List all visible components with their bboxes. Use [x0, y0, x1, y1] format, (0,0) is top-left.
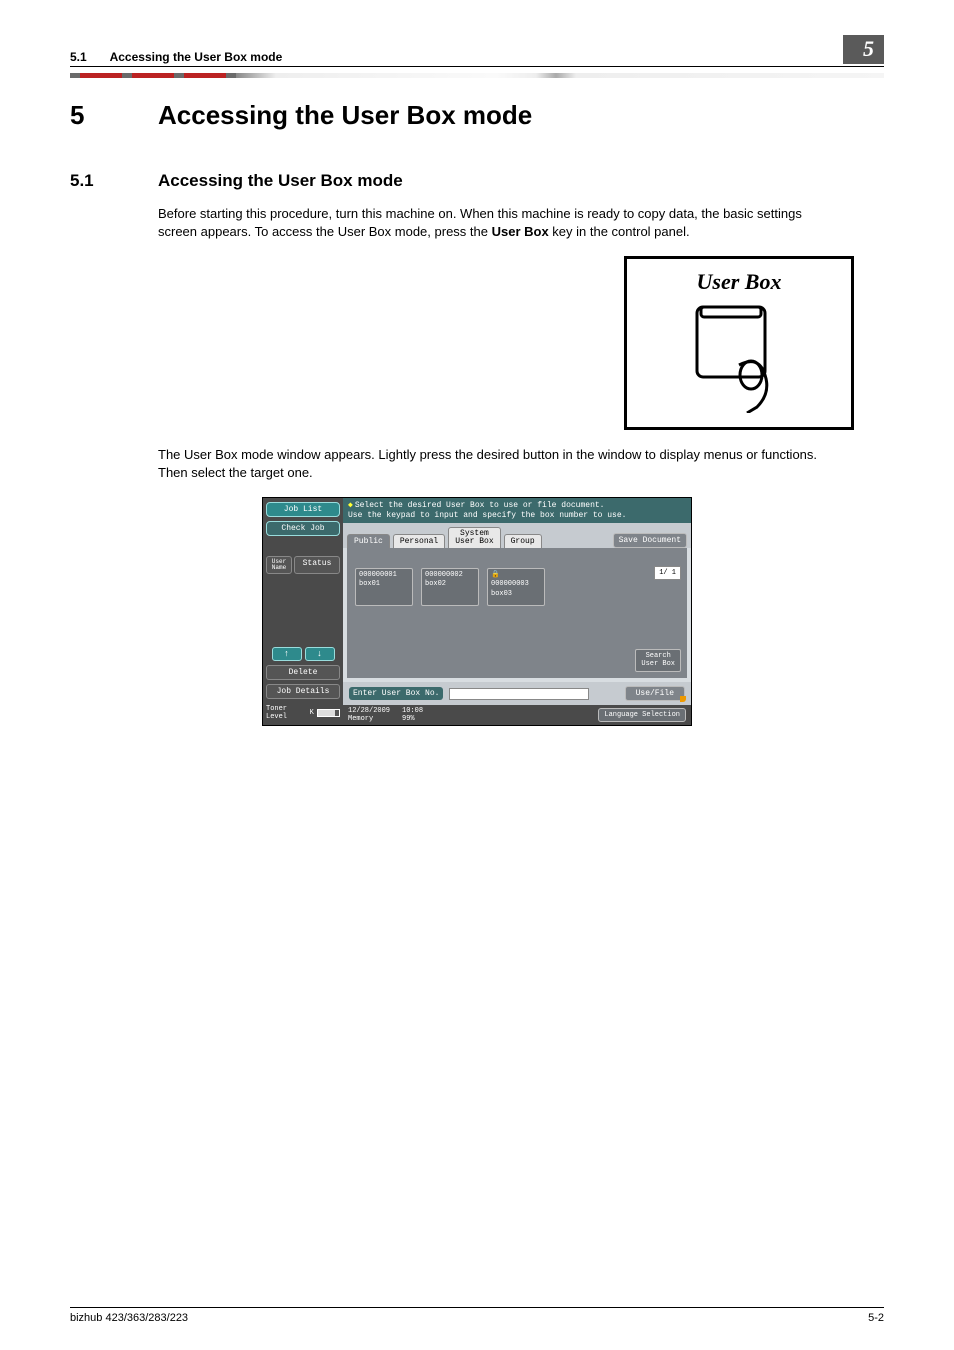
page-indicator: 1/ 1: [654, 566, 681, 580]
enter-box-number-row: Enter User Box No. Use/File: [343, 682, 691, 705]
box-item[interactable]: 000000002 box02: [421, 568, 479, 605]
screen-status-bar: 12/28/2009 Memory 10:08 99% Language Sel…: [343, 705, 691, 725]
decorative-stripe: [70, 73, 884, 78]
toner-bar-icon: [317, 709, 340, 717]
box-item[interactable]: 000000001 box01: [355, 568, 413, 605]
tab-public[interactable]: Public: [347, 534, 390, 548]
chapter-badge: 5: [843, 35, 884, 64]
section-heading-num: 5.1: [70, 171, 158, 191]
user-name-label: UserName: [266, 556, 292, 574]
box-number-input[interactable]: [449, 688, 589, 700]
box-item-locked[interactable]: 000000003 box03: [487, 568, 545, 605]
job-list-button[interactable]: Job List: [266, 502, 340, 517]
running-header-section-num: 5.1: [70, 50, 87, 64]
user-box-key-label: User Box: [641, 269, 837, 295]
search-user-box-button[interactable]: SearchUser Box: [635, 649, 681, 672]
running-header-section-title: Accessing the User Box mode: [110, 50, 283, 64]
save-document-button[interactable]: Save Document: [613, 533, 687, 548]
status-time: 10:08: [402, 707, 423, 715]
check-job-button[interactable]: Check Job: [266, 521, 340, 536]
key-press-icon: [679, 303, 799, 413]
page-footer: bizhub 423/363/283/223 5-2: [70, 1307, 884, 1324]
use-file-button[interactable]: Use/File: [625, 686, 685, 701]
screen-main-area: ◆Select the desired User Box to use or f…: [343, 498, 691, 725]
status-column-header: Status: [294, 556, 340, 574]
chapter-heading: 5 Accessing the User Box mode: [70, 100, 884, 131]
status-memory-label: Memory: [348, 715, 373, 723]
enter-box-no-label: Enter User Box No.: [349, 687, 443, 700]
section-heading: 5.1 Accessing the User Box mode: [70, 171, 884, 191]
screen-left-sidebar: Job List Check Job UserName Status ↑ ↓ D…: [263, 498, 343, 725]
running-header-left: 5.1 Accessing the User Box mode: [70, 50, 282, 64]
section-heading-title: Accessing the User Box mode: [158, 171, 403, 191]
chapter-heading-num: 5: [70, 100, 158, 131]
box-type-tabs: Public Personal SystemUser Box Group Sav…: [343, 523, 691, 548]
hint-text: ◆Select the desired User Box to use or f…: [343, 498, 691, 523]
user-box-key-illustration: User Box: [624, 256, 854, 430]
scroll-down-button[interactable]: ↓: [305, 647, 335, 661]
paragraph-1: Before starting this procedure, turn thi…: [158, 205, 838, 240]
tab-personal[interactable]: Personal: [393, 534, 445, 548]
footer-product: bizhub 423/363/283/223: [70, 1312, 188, 1324]
tab-group[interactable]: Group: [504, 534, 542, 548]
chapter-heading-title: Accessing the User Box mode: [158, 100, 532, 131]
scroll-up-button[interactable]: ↑: [272, 647, 302, 661]
toner-level-indicator: Toner Level K: [266, 705, 340, 721]
running-header: 5.1 Accessing the User Box mode 5: [70, 35, 884, 67]
delete-button[interactable]: Delete: [266, 665, 340, 680]
status-date: 12/28/2009: [348, 707, 390, 715]
job-details-button[interactable]: Job Details: [266, 684, 340, 699]
box-list-area: 000000001 box01 000000002 box02 00000000…: [347, 558, 687, 678]
scroll-arrows: ↑ ↓: [266, 647, 340, 661]
tab-system-user-box[interactable]: SystemUser Box: [448, 527, 500, 548]
footer-page-num: 5-2: [868, 1312, 884, 1324]
language-selection-button[interactable]: Language Selection: [598, 708, 686, 722]
status-memory-value: 99%: [402, 715, 415, 723]
user-box-screen: Job List Check Job UserName Status ↑ ↓ D…: [262, 497, 692, 726]
paragraph-2: The User Box mode window appears. Lightl…: [158, 446, 838, 481]
